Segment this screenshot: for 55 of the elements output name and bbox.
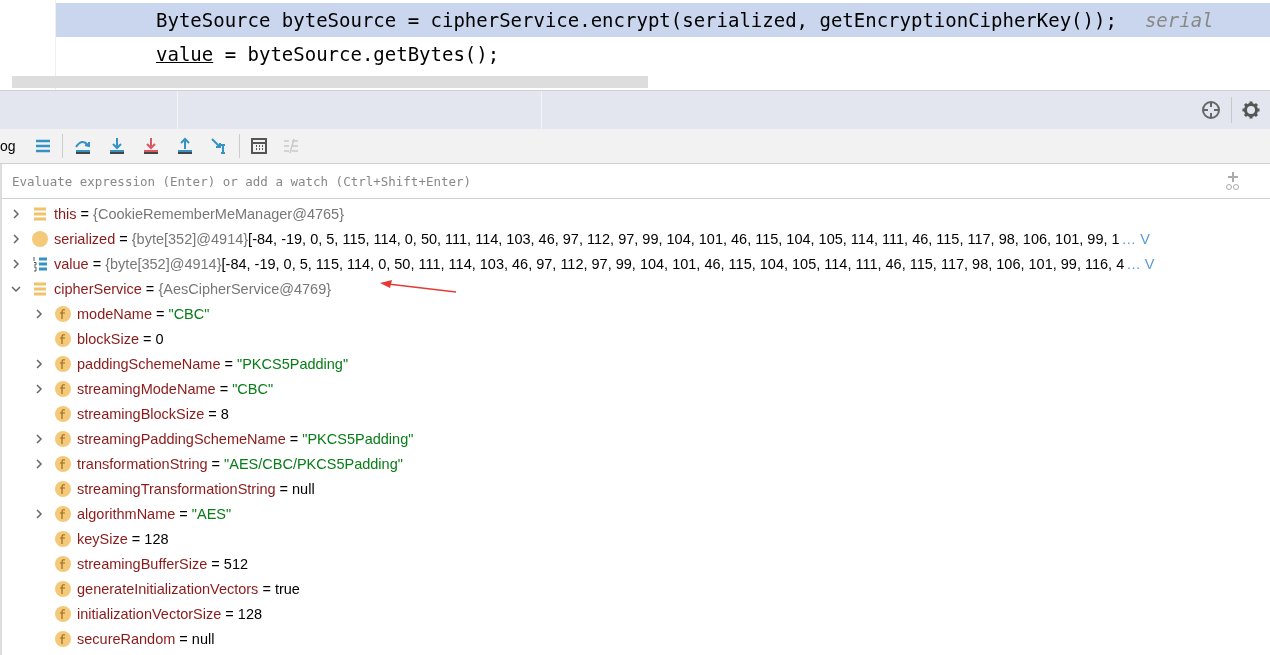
variable-entry[interactable]: generateInitializationVectors = true	[77, 580, 300, 597]
field-icon	[55, 430, 71, 447]
chevron-icon[interactable]	[10, 232, 22, 245]
field-icon	[55, 630, 71, 647]
chevron-icon[interactable]	[10, 257, 22, 270]
menu-icon[interactable]	[33, 137, 52, 155]
chevron-icon[interactable]	[10, 207, 22, 220]
variable-entry[interactable]: transformationString = "AES/CBC/PKCS5Padding"	[77, 455, 403, 472]
variable-entry[interactable]: secureRandom = null	[77, 630, 215, 647]
watch-expression-field[interactable]: Evaluate expression (Enter) or add a watch (Ctrl+Shift+Enter)	[2, 172, 1224, 190]
chevron-icon[interactable]	[33, 382, 45, 395]
chevron-icon[interactable]	[33, 307, 45, 320]
variable-entry[interactable]: paddingSchemeName = "PKCS5Padding"	[77, 355, 349, 372]
code-line: value = byteSource.getBytes();	[156, 43, 500, 65]
variable-entry[interactable]: this = {CookieRememberMeManager@4765}	[54, 205, 344, 222]
chevron-icon[interactable]	[33, 507, 45, 520]
variable-entry[interactable]: cipherService = {AesCipherService@4769}	[54, 280, 332, 297]
variable-entry[interactable]: blockSize = 0	[77, 330, 164, 347]
field-icon	[55, 530, 71, 547]
field-icon	[55, 580, 71, 597]
chevron-icon[interactable]	[33, 357, 45, 370]
horizontal-scrollbar[interactable]	[12, 76, 648, 88]
field-icon	[55, 455, 71, 472]
field-icon	[55, 330, 71, 347]
field-icon	[55, 555, 71, 572]
variable-entry[interactable]: keySize = 128	[77, 530, 169, 547]
variable-entry[interactable]: value = {byte[352]@4914}[-84, -19, 0, 5, 115, 114, 0, 50, 111, 114, 103, 46, 97, 112, 97, 99, 104, 101, 46, 115, 104, 105, 114, 111, 46, 115, 117, 98, 106, 101, 99, 116, 4	[54, 255, 1125, 272]
field-icon	[55, 305, 71, 322]
variable-entry[interactable]: streamingBufferSize = 512	[77, 555, 249, 572]
array-icon	[32, 255, 48, 272]
field-icon	[55, 505, 71, 522]
field-icon	[55, 405, 71, 422]
object-icon	[32, 205, 48, 222]
settings-icon[interactable]	[1242, 101, 1260, 119]
variable-entry[interactable]: streamingPaddingSchemeName = "PKCS5Padding"	[77, 430, 414, 447]
crosshair-icon[interactable]	[1201, 100, 1221, 120]
chevron-icon[interactable]	[33, 432, 45, 445]
variable-entry[interactable]: modeName = "CBC"	[77, 305, 210, 322]
field-icon	[55, 355, 71, 372]
variable-entry[interactable]: streamingBlockSize = 8	[77, 405, 229, 422]
tab-label[interactable]: og	[0, 138, 16, 154]
object-icon	[32, 280, 48, 297]
parameter-icon	[32, 230, 48, 247]
variable-entry[interactable]: streamingModeName = "CBC"	[77, 380, 274, 397]
inline-value-hint: serial	[1144, 9, 1214, 31]
variable-entry[interactable]: streamingTransformationString = null	[77, 480, 315, 497]
code-line: ByteSource byteSource = cipherService.encrypt(serialized, getEncryptionCipherKey());	[156, 9, 1117, 31]
field-icon	[55, 480, 71, 497]
field-icon	[55, 605, 71, 622]
variable-entry[interactable]: serialized = {byte[352]@4914}[-84, -19, 0, 5, 115, 114, 0, 50, 111, 114, 103, 46, 97, 112, 97, 99, 104, 101, 46, 115, 104, 105, 114, 111, 46, 115, 117, 98, 106, 101, 99, 1	[54, 230, 1120, 247]
variable-entry[interactable]: algorithmName = "AES"	[77, 505, 232, 522]
calculator-icon[interactable]	[249, 137, 268, 155]
variable-entry[interactable]: initializationVectorSize = 128	[77, 605, 262, 622]
chevron-icon[interactable]	[33, 457, 45, 470]
field-icon	[55, 380, 71, 397]
